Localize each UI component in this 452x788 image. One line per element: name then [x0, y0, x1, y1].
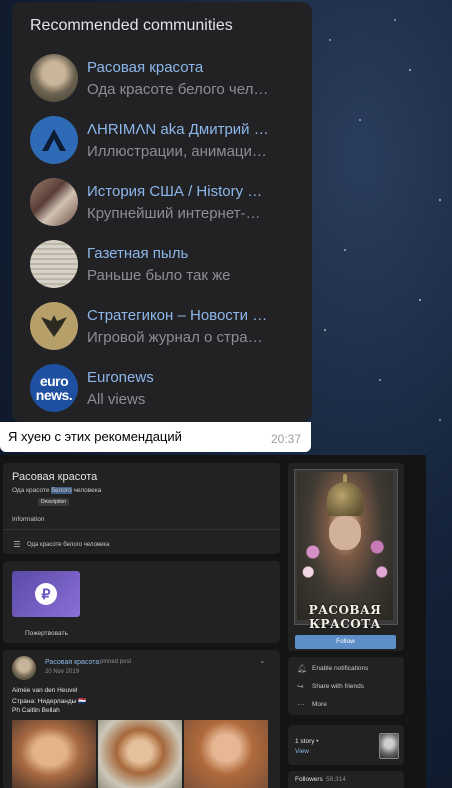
community-subtitle: Ода красоте белого чел…	[87, 81, 269, 98]
community-subtitle: Игровой журнал о стра…	[87, 329, 263, 346]
divider	[3, 529, 280, 530]
group-status: Ода красоте белого человека	[12, 487, 102, 494]
cover-title: РАСОВАЯ КРАСОТА	[308, 603, 382, 631]
community-name[interactable]: ΛHRIMΛN aka Дмитрий …	[87, 121, 292, 138]
story-count: 1 story •	[295, 738, 319, 745]
information-label: Information	[12, 516, 45, 523]
share-action[interactable]: ↪ Share with friends	[288, 679, 404, 695]
pinned-label: pinned post	[100, 659, 132, 665]
enable-notifications-action[interactable]: 🔔︎ Enable notifications	[288, 661, 404, 677]
group-description: Ода красоте белого человека	[27, 542, 110, 548]
community-name[interactable]: Расовая красота	[87, 59, 292, 76]
community-name[interactable]: Стратегикон – Новости …	[87, 307, 292, 324]
community-subtitle: Крупнейший интернет-…	[87, 205, 261, 222]
recommended-communities-card: Recommended communities Расовая красота …	[12, 2, 312, 422]
description-lines-icon	[14, 541, 20, 547]
ahriman-logo-icon	[42, 129, 66, 151]
donate-panel: ₽ Пожертвовать	[3, 561, 280, 643]
chat-message-bubble[interactable]: Я хуею с этих рекомендаций 20:37	[0, 422, 311, 452]
bell-icon: 🔔︎	[297, 664, 308, 673]
group-cover-panel: РАСОВАЯ КРАСОТА Follow	[288, 463, 404, 651]
post-author-avatar[interactable]	[12, 656, 36, 680]
more-icon: ⋯	[297, 700, 305, 709]
donate-tile[interactable]: ₽	[12, 571, 80, 617]
community-avatar[interactable]	[30, 116, 78, 164]
helmet	[327, 482, 363, 516]
community-avatar[interactable]	[30, 240, 78, 288]
group-page-screenshot: Расовая красота Ода красоте белого челов…	[0, 455, 426, 788]
followers-panel[interactable]: Followers 58,314	[288, 771, 404, 788]
story-view-link[interactable]: View	[295, 748, 309, 755]
message-time: 20:37	[270, 432, 301, 446]
recommended-title: Recommended communities	[30, 17, 233, 34]
follow-button[interactable]: Follow	[295, 635, 396, 649]
group-title: Расовая красота	[12, 471, 98, 483]
post-text-line: Aimée van den Heuvel	[12, 687, 78, 694]
followers-label: Followers	[295, 776, 323, 783]
post-author-name[interactable]: Расовая красота	[45, 659, 99, 666]
community-item-history-usa[interactable]: История США / History … Крупнейший интер…	[12, 178, 312, 240]
community-subtitle: Раньше было так же	[87, 267, 231, 284]
followers-count: 58,314	[326, 776, 346, 783]
ruble-icon: ₽	[35, 583, 57, 605]
description-tooltip: Description	[38, 498, 70, 506]
euronews-logo-avatar[interactable]: euro news.	[30, 364, 78, 412]
community-avatar[interactable]	[30, 178, 78, 226]
more-action[interactable]: ⋯ More	[288, 697, 404, 713]
post-text-line: Ph Caitlin Bellah	[12, 707, 60, 714]
community-item-ahriman[interactable]: ΛHRIMΛN aka Дмитрий … Иллюстрации, анима…	[12, 116, 312, 178]
community-item-euronews[interactable]: euro news. Euronews All views	[12, 364, 312, 426]
community-subtitle: All views	[87, 391, 146, 408]
community-item-strategikon[interactable]: Стратегикон – Новости … Игровой журнал о…	[12, 302, 312, 364]
stories-panel: 1 story • View	[288, 725, 404, 765]
community-list: Расовая красота Ода красоте белого чел… …	[12, 54, 312, 426]
message-text: Я хуею с этих рекомендаций	[8, 429, 182, 444]
post-date[interactable]: 20 Nov 2019	[45, 669, 79, 675]
post-photo[interactable]	[98, 720, 182, 788]
community-name[interactable]: История США / History …	[87, 183, 292, 200]
post-photo[interactable]	[184, 720, 268, 788]
group-cover-image[interactable]	[297, 472, 393, 620]
community-name[interactable]: Euronews	[87, 369, 292, 386]
post-text-line: Страна: Нидерланды 🇳🇱	[12, 698, 87, 705]
flowers	[299, 532, 391, 582]
community-subtitle: Иллюстрации, анимаци…	[87, 143, 267, 160]
community-avatar[interactable]	[30, 302, 78, 350]
post-photo[interactable]	[12, 720, 96, 788]
pinned-post: Расовая красота pinned post 20 Nov 2019 …	[3, 650, 280, 788]
story-thumbnail[interactable]	[379, 733, 399, 759]
chevron-down-icon[interactable]: ⌄	[259, 656, 266, 665]
community-avatar[interactable]	[30, 54, 78, 102]
community-item-gazetnaya-pyl[interactable]: Газетная пыль Раньше было так же	[12, 240, 312, 302]
share-icon: ↪	[297, 682, 304, 691]
eagle-emblem-icon	[41, 315, 67, 337]
group-header-panel: Расовая красота Ода красоте белого челов…	[3, 463, 280, 554]
donate-label[interactable]: Пожертвовать	[25, 630, 68, 637]
community-name[interactable]: Газетная пыль	[87, 245, 292, 262]
group-actions-panel: 🔔︎ Enable notifications ↪ Share with fri…	[288, 657, 404, 715]
community-item-rasovaya-krasota[interactable]: Расовая красота Ода красоте белого чел…	[12, 54, 312, 116]
